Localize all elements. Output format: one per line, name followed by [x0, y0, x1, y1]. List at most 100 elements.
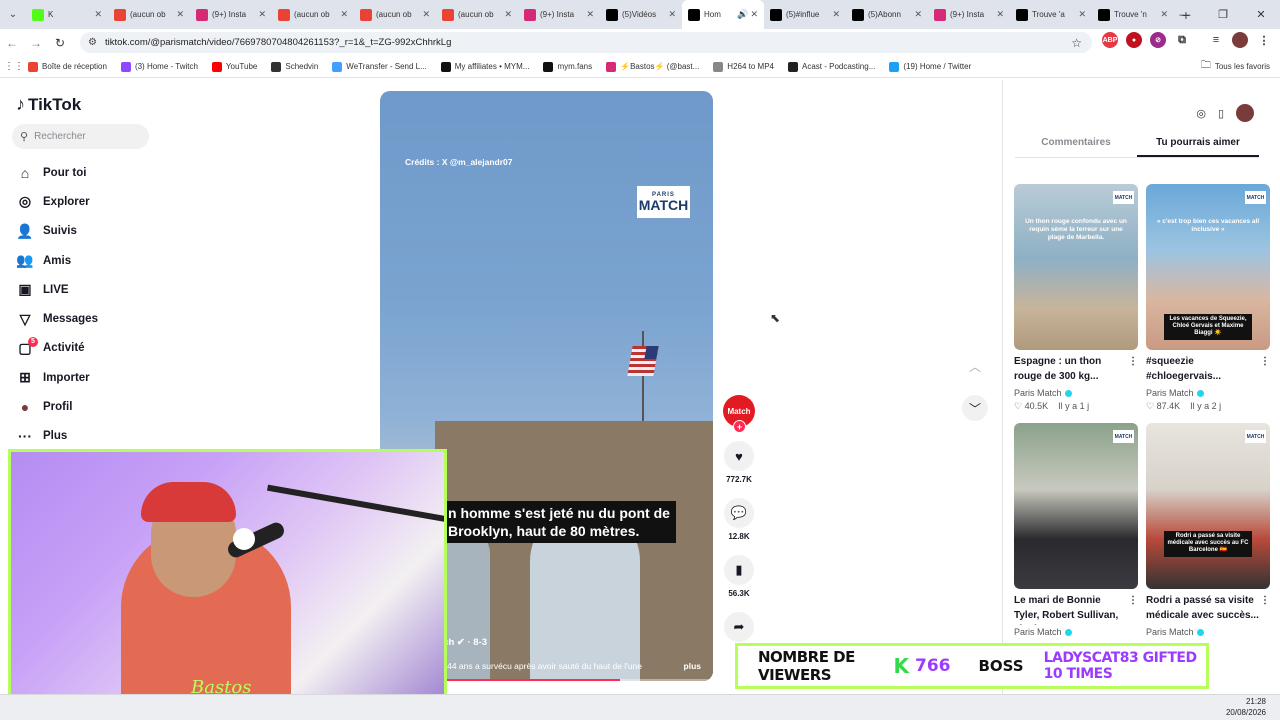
audio-playing-icon[interactable]: 🔊: [737, 9, 748, 20]
sidebar-item-messages[interactable]: ▽ Messages: [16, 304, 98, 333]
close-window-icon[interactable]: ✕: [1242, 0, 1280, 29]
browser-menu-icon[interactable]: ⋮: [1256, 32, 1272, 48]
browser-tab[interactable]: (9+) Insta ✕: [928, 0, 1010, 29]
card-author[interactable]: Paris Match: [1146, 627, 1270, 637]
restore-icon[interactable]: ❐: [1204, 0, 1242, 29]
card-title[interactable]: Rodri a passé sa visite médicale avec su…: [1146, 594, 1270, 625]
close-tab-icon[interactable]: ✕: [258, 9, 266, 20]
comment-action[interactable]: 💬 12.8K: [724, 498, 754, 541]
card-menu-icon[interactable]: ⋮: [1260, 355, 1270, 370]
card-title[interactable]: Espagne : un thon rouge de 300 kg... ⋮: [1014, 355, 1138, 386]
recommended-video-card[interactable]: MATCH Rodri a passé sa visite médicale av…: [1146, 423, 1270, 637]
browser-tab[interactable]: Hom 🔊 ✕: [682, 0, 764, 29]
forward-icon[interactable]: →: [24, 36, 48, 50]
browser-tab[interactable]: Trouve 'a ✕: [1010, 0, 1092, 29]
browser-tab[interactable]: (5)Abonn ✕: [846, 0, 928, 29]
search-input[interactable]: ⚲ Rechercher: [12, 124, 149, 149]
close-tab-icon[interactable]: ✕: [340, 9, 348, 20]
all-bookmarks[interactable]: 🗀 Tous les favoris: [1201, 58, 1270, 75]
close-tab-icon[interactable]: ✕: [750, 9, 758, 20]
close-tab-icon[interactable]: ✕: [176, 9, 184, 20]
close-tab-icon[interactable]: ✕: [996, 9, 1004, 20]
minimize-icon[interactable]: —: [1166, 0, 1204, 29]
bookmark-item[interactable]: mym.fans: [543, 61, 592, 72]
card-menu-icon[interactable]: ⋮: [1128, 355, 1138, 370]
close-tab-icon[interactable]: ✕: [668, 9, 676, 20]
tiktok-logo[interactable]: ♪ TikTok: [16, 94, 81, 115]
sidebar-item-live[interactable]: ▣ LIVE: [16, 275, 98, 304]
tab-comments[interactable]: Commentaires: [1015, 132, 1137, 157]
browser-tab[interactable]: (aucun ob ✕: [354, 0, 436, 29]
card-author[interactable]: Paris Match: [1014, 627, 1138, 637]
coins-icon[interactable]: ◎: [1196, 107, 1206, 120]
browser-tab[interactable]: (aucun ob ✕: [272, 0, 354, 29]
close-tab-icon[interactable]: ✕: [94, 9, 102, 20]
device-icon[interactable]: ▯: [1218, 107, 1224, 120]
comment-icon[interactable]: 💬: [724, 498, 754, 528]
heart-icon[interactable]: ♥: [724, 441, 754, 471]
bookmark-item[interactable]: WeTransfer - Send L...: [332, 61, 427, 72]
bookmark-item[interactable]: (19) Home / Twitter: [889, 61, 971, 72]
creator-avatar[interactable]: Match +: [723, 395, 755, 433]
system-clock[interactable]: 21:28 20/08/2026: [1226, 697, 1266, 719]
card-menu-icon[interactable]: ⋮: [1260, 594, 1270, 609]
previous-video-icon[interactable]: ︿: [962, 353, 988, 379]
bookmark-item[interactable]: (3) Home - Twitch: [120, 61, 198, 72]
video-author[interactable]: tch ✔ · 8-3: [440, 637, 487, 648]
reload-icon[interactable]: ↻: [48, 36, 72, 50]
sidebar-item-suivis[interactable]: 👤 Suivis: [16, 217, 98, 246]
browser-tab[interactable]: (9+) Insta ✕: [518, 0, 600, 29]
site-info-icon[interactable]: ⚙: [88, 37, 97, 48]
share-icon[interactable]: ➦: [724, 612, 754, 642]
close-tab-icon[interactable]: ✕: [504, 9, 512, 20]
video-thumbnail[interactable]: MATCH Rodri a passé sa visite médicale av…: [1146, 423, 1270, 589]
close-tab-icon[interactable]: ✕: [832, 9, 840, 20]
bookmark-item[interactable]: Acast - Podcasting...: [788, 61, 875, 72]
sidebar-item-pour-toi[interactable]: ⌂ Pour toi: [16, 158, 98, 187]
sidebar-item-profil[interactable]: ● Profil: [16, 392, 98, 421]
bookmark-icon[interactable]: ▮: [724, 555, 754, 585]
close-tab-icon[interactable]: ✕: [422, 9, 430, 20]
apps-grid-icon[interactable]: ⋮⋮: [0, 61, 28, 72]
close-tab-icon[interactable]: ✕: [586, 9, 594, 20]
card-title[interactable]: Le mari de Bonnie Tyler, Robert Sullivan…: [1014, 594, 1138, 625]
close-tab-icon[interactable]: ✕: [1078, 9, 1086, 20]
browser-tab[interactable]: Trouve 'n ✕: [1092, 0, 1174, 29]
save-action[interactable]: ▮ 56.3K: [724, 555, 754, 598]
follow-plus-icon[interactable]: +: [733, 420, 746, 433]
sidebar-item-activit-[interactable]: ▢ 5 Activité: [16, 334, 98, 363]
card-title[interactable]: #squeezie #chloegervais... ⋮: [1146, 355, 1270, 386]
bookmark-item[interactable]: My affiliates • MYM...: [440, 61, 529, 72]
bookmark-item[interactable]: Boîte de réception: [28, 61, 107, 72]
back-icon[interactable]: ←: [0, 36, 24, 50]
tab-search-menu-icon[interactable]: ⌄: [0, 0, 26, 29]
recommended-video-card[interactable]: MATCH Un thon rouge confondu avec un requ…: [1014, 184, 1138, 412]
extension-record-icon[interactable]: ●: [1126, 32, 1142, 48]
address-bar[interactable]: ⚙ tiktok.com/@parismatch/video/766978070…: [80, 32, 1092, 53]
more-link[interactable]: plus: [684, 661, 701, 671]
bookmark-item[interactable]: Schedvin: [271, 61, 318, 72]
browser-tab[interactable]: K ✕: [26, 0, 108, 29]
card-menu-icon[interactable]: ⋮: [1128, 594, 1138, 609]
card-author[interactable]: Paris Match: [1014, 388, 1138, 398]
profile-avatar-icon[interactable]: [1232, 32, 1248, 48]
browser-tab[interactable]: (9+) Insta ✕: [190, 0, 272, 29]
recommended-video-card[interactable]: MATCH Le mari de Bonnie Tyler, Robert Sul…: [1014, 423, 1138, 637]
card-author[interactable]: Paris Match: [1146, 388, 1270, 398]
next-video-icon[interactable]: ﹀: [962, 395, 988, 421]
video-thumbnail[interactable]: MATCH: [1014, 423, 1138, 589]
video-thumbnail[interactable]: MATCH « c'est trop bien ces vacances all …: [1146, 184, 1270, 350]
bookmark-star-icon[interactable]: ☆: [1071, 36, 1082, 50]
like-action[interactable]: ♥ 772.7K: [724, 441, 754, 484]
tab-recommendations[interactable]: Tu pourrais aimer: [1137, 132, 1259, 157]
sidebar-item-plus[interactable]: ··· Plus: [16, 422, 98, 451]
extension-adblock-icon[interactable]: ABP: [1102, 32, 1118, 48]
extensions-icon[interactable]: ⧉: [1174, 32, 1190, 48]
video-thumbnail[interactable]: MATCH Un thon rouge confondu avec un requ…: [1014, 184, 1138, 350]
bookmark-item[interactable]: YouTube: [211, 61, 257, 72]
sidebar-item-importer[interactable]: ⊞ Importer: [16, 363, 98, 392]
sidebar-item-amis[interactable]: 👥 Amis: [16, 246, 98, 275]
recommended-video-card[interactable]: MATCH « c'est trop bien ces vacances all …: [1146, 184, 1270, 412]
browser-tab[interactable]: (aucun ob ✕: [108, 0, 190, 29]
extension-block-icon[interactable]: ⊘: [1150, 32, 1166, 48]
